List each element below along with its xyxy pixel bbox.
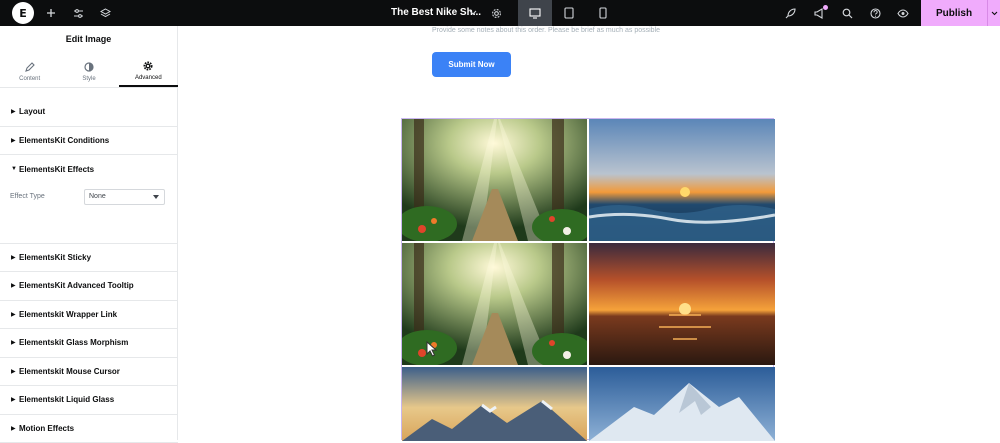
gallery-image-sunset-beach[interactable] bbox=[589, 119, 775, 241]
tablet-icon bbox=[564, 7, 574, 19]
top-bar: E The Best Nike Sh... bbox=[0, 0, 1000, 26]
mobile-icon bbox=[599, 7, 607, 19]
caret-right-icon: ▶ bbox=[11, 425, 19, 432]
section-label: Elementskit Liquid Glass bbox=[19, 395, 114, 404]
tab-content-label: Content bbox=[19, 76, 40, 82]
caret-right-icon: ▶ bbox=[11, 137, 19, 144]
launch-button[interactable] bbox=[783, 0, 797, 26]
sunset-beach-image bbox=[589, 119, 775, 241]
gear-icon bbox=[491, 8, 502, 19]
section-label: Elementskit Glass Morphism bbox=[19, 338, 128, 347]
section-label: Elementskit Wrapper Link bbox=[19, 310, 117, 319]
caret-right-icon: ▶ bbox=[11, 396, 19, 403]
panel-tabs: Content Style Advanced bbox=[0, 55, 178, 88]
gallery-image-mountain-lake[interactable] bbox=[402, 367, 587, 441]
desktop-view-button[interactable] bbox=[518, 0, 552, 26]
search-button[interactable] bbox=[840, 0, 854, 26]
section-elementskit-wrapper-link[interactable]: ▶ Elementskit Wrapper Link bbox=[0, 301, 178, 330]
publish-button[interactable]: Publish bbox=[921, 0, 987, 26]
gear-icon bbox=[143, 60, 153, 72]
caret-right-icon: ▶ bbox=[11, 368, 19, 375]
page-settings-button[interactable] bbox=[490, 0, 502, 26]
order-notes-hint: Provide some notes about this order. Ple… bbox=[432, 27, 660, 34]
gallery-image-ocean-sunset[interactable] bbox=[589, 243, 775, 365]
layers-icon bbox=[100, 8, 111, 19]
caret-right-icon: ▶ bbox=[11, 108, 19, 115]
add-element-button[interactable] bbox=[44, 0, 58, 26]
elementor-logo-icon: E bbox=[19, 7, 27, 20]
caret-right-icon: ▶ bbox=[11, 282, 19, 289]
section-label: ElementsKit Sticky bbox=[19, 253, 91, 262]
section-label: ElementsKit Effects bbox=[19, 165, 94, 174]
tablet-view-button[interactable] bbox=[552, 0, 586, 26]
effects-controls: Effect Type None bbox=[0, 184, 178, 244]
submit-now-button[interactable]: Submit Now bbox=[432, 52, 511, 77]
notifications-button[interactable] bbox=[812, 0, 826, 26]
device-switcher bbox=[518, 0, 620, 26]
gallery-image-forest[interactable] bbox=[402, 119, 587, 241]
site-settings-button[interactable] bbox=[71, 0, 85, 26]
image-gallery[interactable] bbox=[401, 118, 774, 440]
chevron-down-icon bbox=[991, 11, 998, 16]
caret-right-icon: ▶ bbox=[11, 254, 19, 261]
elementor-logo[interactable]: E bbox=[12, 2, 34, 24]
effect-type-label: Effect Type bbox=[10, 193, 45, 200]
publish-options-button[interactable] bbox=[987, 0, 1000, 26]
section-label: Layout bbox=[19, 107, 45, 116]
help-button[interactable] bbox=[868, 0, 882, 26]
section-layout[interactable]: ▶ Layout bbox=[0, 98, 178, 127]
pencil-icon bbox=[25, 61, 35, 73]
eye-icon bbox=[897, 9, 909, 18]
section-elementskit-effects[interactable]: ▼ ElementsKit Effects bbox=[0, 155, 178, 184]
question-circle-icon bbox=[870, 8, 881, 19]
effect-type-value: None bbox=[89, 193, 106, 200]
rocket-icon bbox=[785, 8, 796, 19]
ocean-sunset-image bbox=[589, 243, 775, 365]
mobile-view-button[interactable] bbox=[586, 0, 620, 26]
effect-type-select[interactable]: None bbox=[84, 189, 165, 205]
mountain-image bbox=[402, 367, 587, 441]
section-elementskit-sticky[interactable]: ▶ ElementsKit Sticky bbox=[0, 244, 178, 273]
chevron-down-icon bbox=[153, 195, 159, 199]
section-motion-effects[interactable]: ▶ Motion Effects bbox=[0, 415, 178, 443]
sliders-icon bbox=[73, 8, 84, 19]
section-label: Elementskit Mouse Cursor bbox=[19, 367, 120, 376]
search-icon bbox=[842, 8, 853, 19]
section-elementskit-liquid-glass[interactable]: ▶ Elementskit Liquid Glass bbox=[0, 386, 178, 415]
tab-style[interactable]: Style bbox=[59, 55, 118, 87]
section-label: Motion Effects bbox=[19, 424, 74, 433]
section-label: ElementsKit Advanced Tooltip bbox=[19, 281, 134, 290]
panel-sections: ▶ Layout ▶ ElementsKit Conditions ▼ Elem… bbox=[0, 98, 178, 443]
caret-right-icon: ▶ bbox=[11, 339, 19, 346]
document-title-dropdown[interactable] bbox=[467, 0, 479, 26]
section-elementskit-mouse-cursor[interactable]: ▶ Elementskit Mouse Cursor bbox=[0, 358, 178, 387]
section-elementskit-glass-morphism[interactable]: ▶ Elementskit Glass Morphism bbox=[0, 329, 178, 358]
tab-advanced-label: Advanced bbox=[135, 75, 162, 81]
editor-panel: Edit Image Content Style Advanced ▶ Layo… bbox=[0, 26, 178, 440]
desktop-icon bbox=[529, 8, 541, 19]
section-label: ElementsKit Conditions bbox=[19, 136, 109, 145]
tab-advanced[interactable]: Advanced bbox=[119, 55, 178, 87]
panel-title: Edit Image bbox=[0, 26, 177, 53]
tab-content[interactable]: Content bbox=[0, 55, 59, 87]
caret-right-icon: ▶ bbox=[11, 311, 19, 318]
plus-icon bbox=[46, 8, 56, 18]
preview-canvas: Provide some notes about this order. Ple… bbox=[178, 26, 1000, 440]
section-elementskit-conditions[interactable]: ▶ ElementsKit Conditions bbox=[0, 127, 178, 156]
mouse-cursor-icon bbox=[426, 341, 438, 357]
tab-style-label: Style bbox=[82, 76, 95, 82]
notification-badge bbox=[823, 5, 828, 10]
chevron-down-icon bbox=[469, 10, 477, 16]
preview-button[interactable] bbox=[896, 0, 910, 26]
snowy-mountain-image bbox=[589, 367, 775, 441]
section-elementskit-advanced-tooltip[interactable]: ▶ ElementsKit Advanced Tooltip bbox=[0, 272, 178, 301]
forest-image bbox=[402, 119, 587, 241]
structure-button[interactable] bbox=[98, 0, 112, 26]
caret-down-icon: ▼ bbox=[11, 166, 19, 172]
gallery-image-snowy-mountain[interactable] bbox=[589, 367, 775, 441]
half-circle-icon bbox=[84, 61, 94, 73]
